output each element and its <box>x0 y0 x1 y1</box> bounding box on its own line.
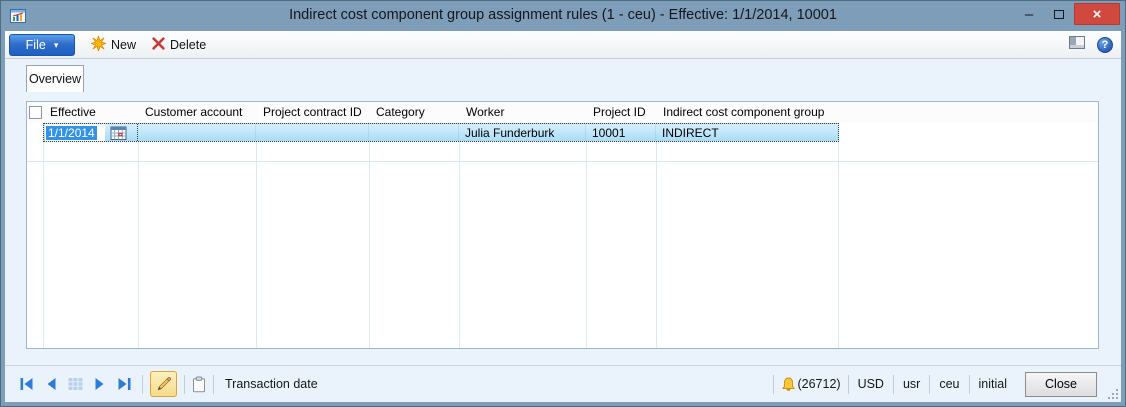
last-record-button[interactable] <box>111 373 135 395</box>
column-header-indirect-cost-component-group[interactable]: Indirect cost component group <box>657 102 839 123</box>
grid-view-button[interactable] <box>63 373 87 395</box>
column-header-project-id[interactable]: Project ID <box>587 102 657 123</box>
new-button[interactable]: New <box>91 34 136 56</box>
calendar-icon <box>110 125 128 141</box>
first-record-button[interactable] <box>15 373 39 395</box>
divider <box>213 375 214 394</box>
company-status[interactable]: ceu <box>937 377 961 391</box>
column-divider <box>656 123 657 348</box>
cell-customer-account[interactable] <box>138 124 256 141</box>
resize-grip[interactable] <box>1108 389 1118 399</box>
delete-button[interactable]: Delete <box>152 34 206 56</box>
edit-mode-button[interactable] <box>150 371 177 397</box>
cell-effective[interactable]: 1/1/2014 <box>44 124 138 141</box>
date-picker-button[interactable] <box>109 125 128 141</box>
notification-count: (26712) <box>797 377 840 391</box>
app-window: Indirect cost component group assignment… <box>0 0 1126 407</box>
new-button-label: New <box>111 38 136 52</box>
first-record-icon <box>19 376 36 392</box>
cell-project-id[interactable]: 10001 <box>586 124 656 141</box>
close-icon: × <box>1093 6 1102 23</box>
effective-date-input[interactable]: 1/1/2014 <box>45 124 105 141</box>
delete-x-icon <box>152 37 165 53</box>
paste-button[interactable] <box>192 376 206 393</box>
partition-status[interactable]: initial <box>977 377 1010 391</box>
chevron-down-icon: ▾ <box>54 40 59 51</box>
select-all-checkbox[interactable] <box>29 106 42 119</box>
help-button[interactable]: ? <box>1097 37 1113 53</box>
divider <box>142 375 143 394</box>
next-record-icon <box>91 376 108 392</box>
column-header-customer-account[interactable]: Customer account <box>139 102 257 123</box>
column-divider <box>138 123 139 348</box>
column-header-project-contract-id[interactable]: Project contract ID <box>257 102 370 123</box>
column-header-category[interactable]: Category <box>370 102 460 123</box>
cell-worker[interactable]: Julia Funderburk <box>459 124 586 141</box>
title-bar[interactable]: Indirect cost component group assignment… <box>1 1 1125 31</box>
maximize-icon <box>1054 10 1064 19</box>
divider <box>969 375 970 394</box>
grid-header-row: Effective Customer account Project contr… <box>27 102 1098 123</box>
column-header-worker[interactable]: Worker <box>460 102 587 123</box>
row-divider <box>27 161 1098 162</box>
previous-record-icon <box>43 376 60 392</box>
column-divider <box>43 123 44 348</box>
column-divider <box>838 123 839 348</box>
question-mark-icon: ? <box>1102 39 1109 51</box>
assignment-rules-grid: Effective Customer account Project contr… <box>26 101 1099 349</box>
user-status[interactable]: usr <box>901 377 922 391</box>
delete-button-label: Delete <box>170 38 206 52</box>
minimize-button[interactable]: – <box>1014 3 1044 25</box>
grid-view-icon <box>67 376 84 392</box>
column-header-filler <box>839 102 1098 123</box>
notifications-button[interactable]: (26712) <box>781 377 840 392</box>
column-divider <box>586 123 587 348</box>
divider <box>893 375 894 394</box>
column-divider <box>369 123 370 348</box>
previous-record-button[interactable] <box>39 373 63 395</box>
divider <box>184 375 185 394</box>
column-header-effective[interactable]: Effective <box>44 102 139 123</box>
cell-project-contract-id[interactable] <box>256 124 369 141</box>
clipboard-icon <box>192 376 206 393</box>
last-record-icon <box>115 376 132 392</box>
tab-overview[interactable]: Overview <box>26 65 84 92</box>
status-help-text: Transaction date <box>225 377 318 391</box>
file-menu-label: File <box>26 38 46 52</box>
effective-date-value: 1/1/2014 <box>46 126 97 140</box>
close-window-button[interactable]: × <box>1074 3 1120 25</box>
divider <box>929 375 930 394</box>
divider <box>773 375 774 394</box>
column-divider <box>459 123 460 348</box>
select-all-cell <box>27 102 44 123</box>
maximize-button[interactable] <box>1044 3 1074 25</box>
table-row[interactable]: 1/1/2014 Julia Funderburk 100 <box>43 123 839 142</box>
divider <box>848 375 849 394</box>
file-menu-button[interactable]: File ▾ <box>9 34 75 56</box>
currency-status[interactable]: USD <box>856 377 886 391</box>
window-title: Indirect cost component group assignment… <box>1 7 1125 23</box>
next-record-button[interactable] <box>87 373 111 395</box>
form-body: Overview Effective Customer account Proj… <box>5 59 1121 402</box>
window-panes-button[interactable] <box>1069 36 1085 54</box>
pencil-icon <box>156 376 172 392</box>
cell-indirect-cost-component-group[interactable]: INDIRECT <box>656 124 838 141</box>
close-button[interactable]: Close <box>1025 372 1097 397</box>
cell-category[interactable] <box>369 124 459 141</box>
bell-icon <box>781 377 796 392</box>
column-divider <box>256 123 257 348</box>
status-bar: Transaction date (26712) USD usr ceu in <box>5 365 1121 402</box>
toolbar: File ▾ New Delete ? <box>5 31 1121 59</box>
new-record-icon <box>91 36 106 54</box>
